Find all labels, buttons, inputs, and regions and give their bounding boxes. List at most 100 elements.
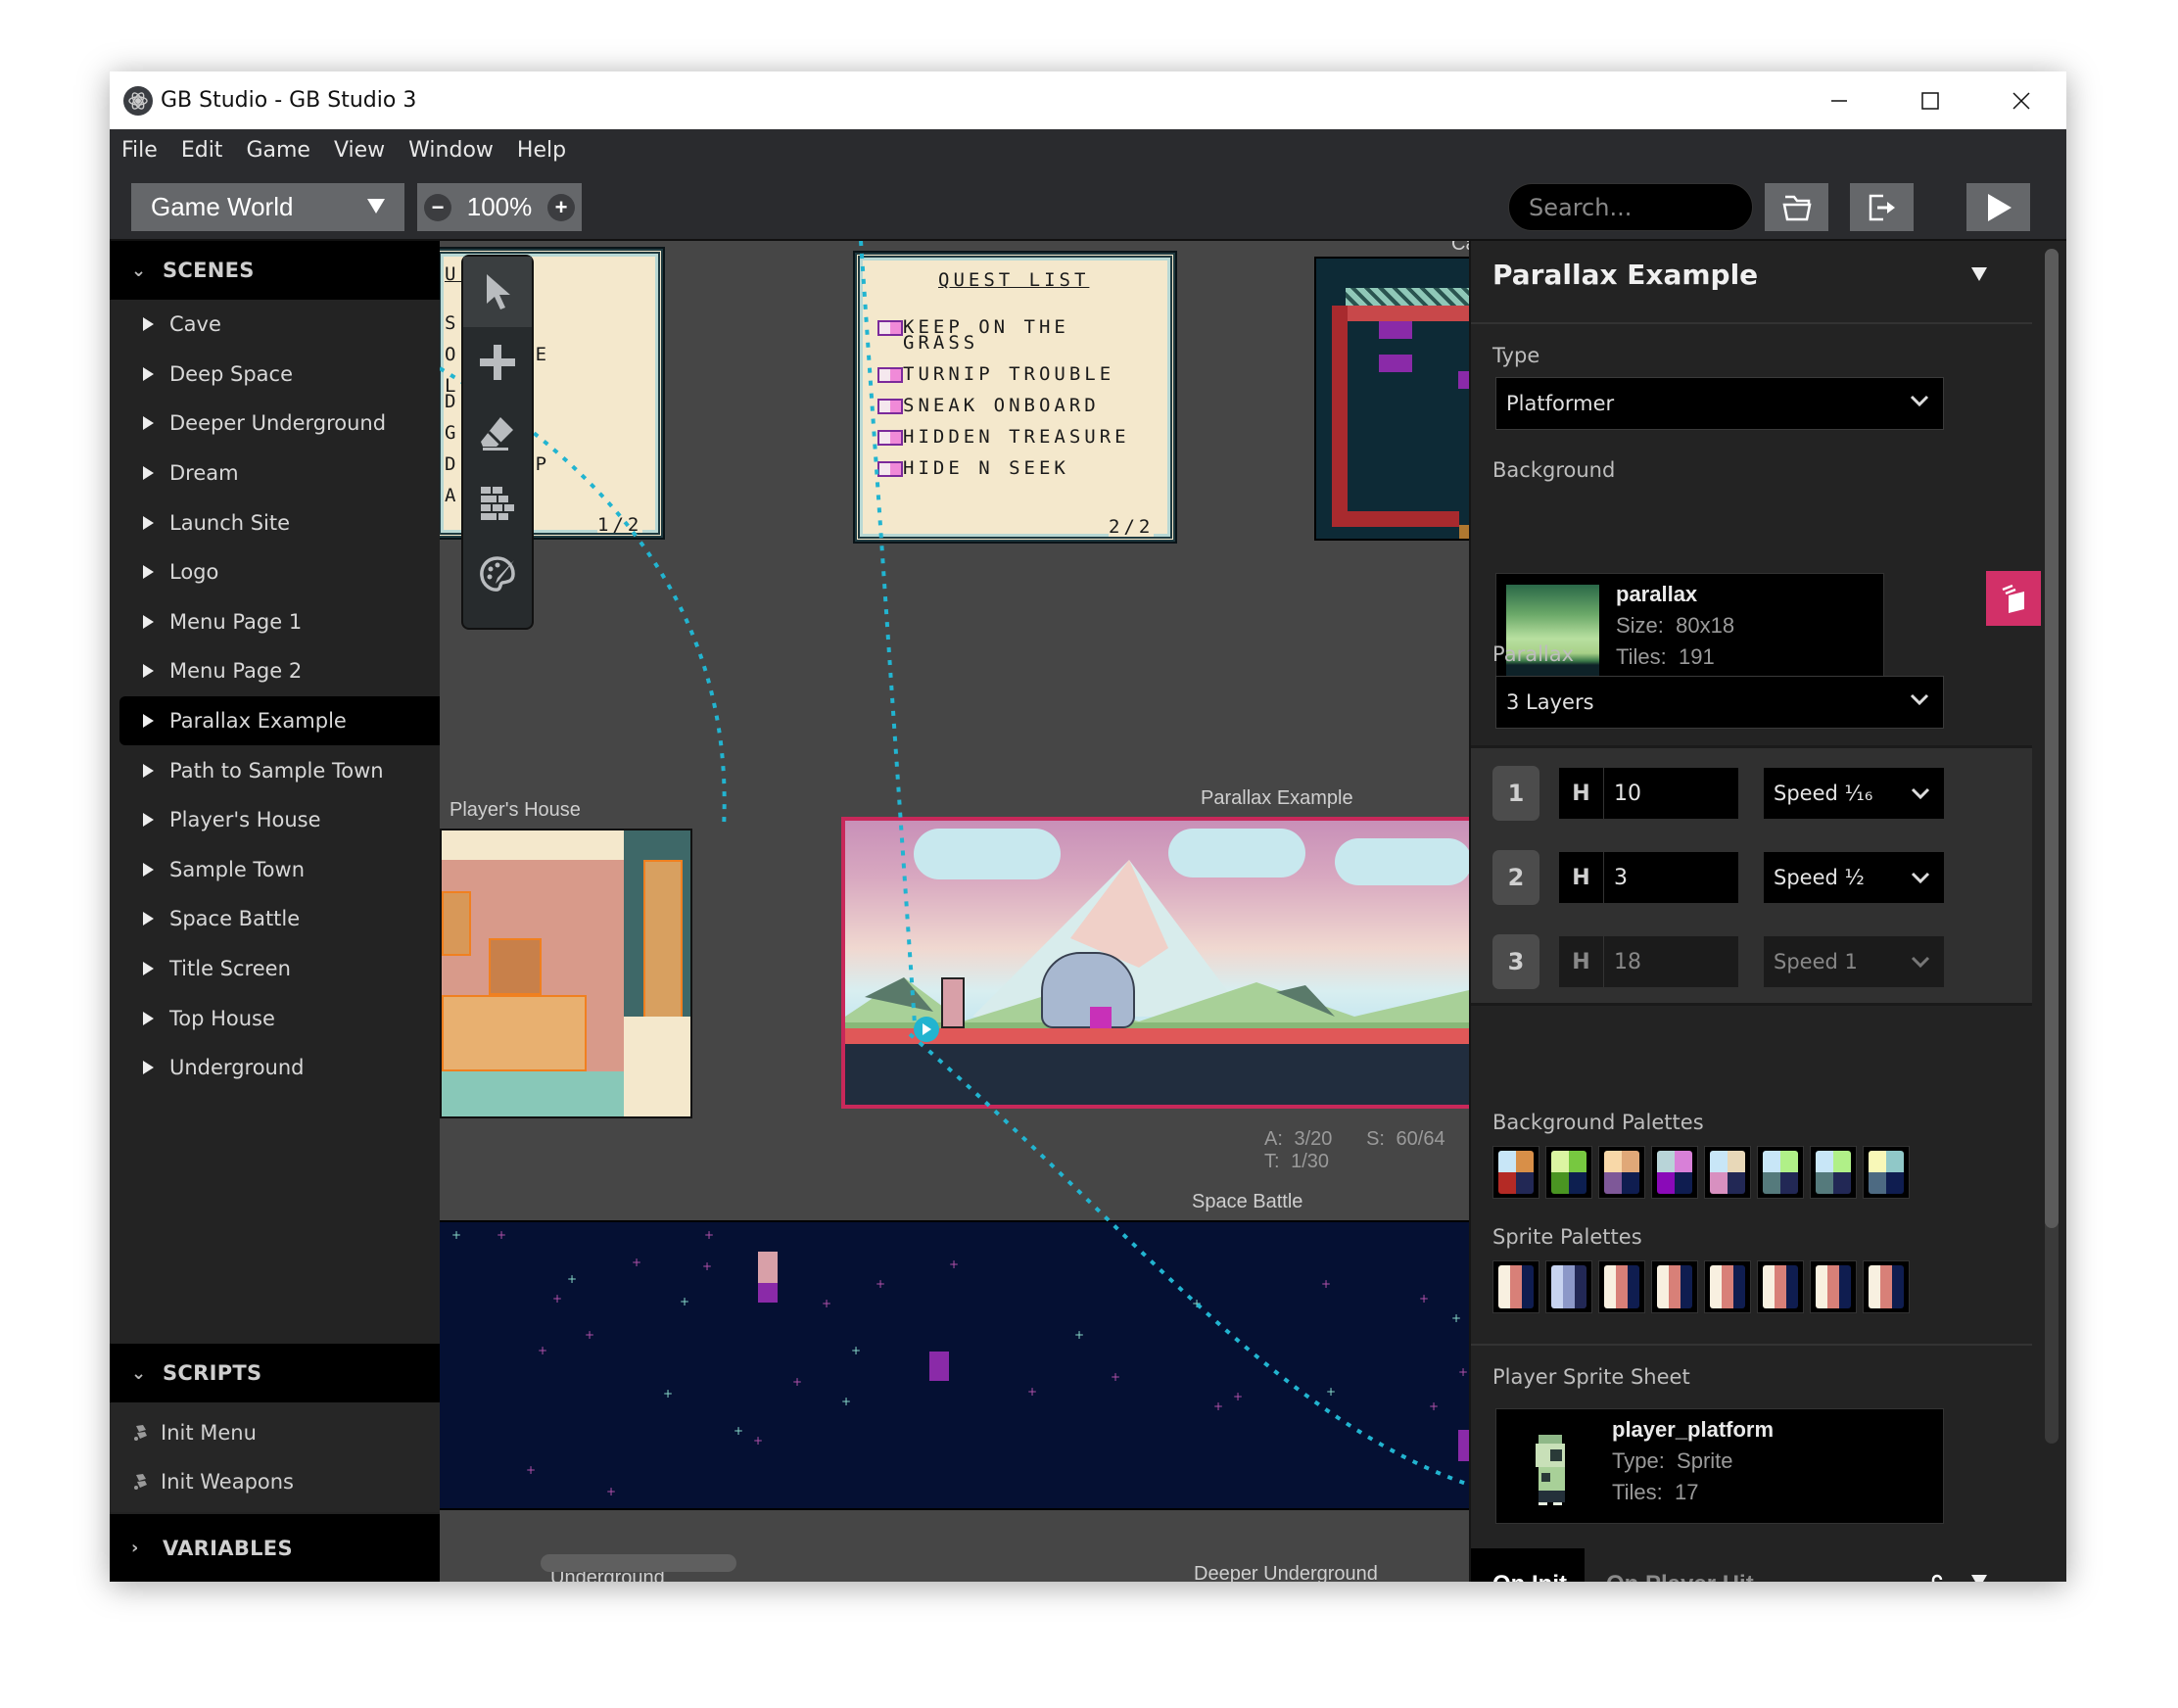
- expand-triangle-icon[interactable]: [143, 614, 154, 629]
- tool-palette: [461, 255, 534, 630]
- player-sprite-select[interactable]: player_platform Type: Sprite Tiles: 17: [1495, 1408, 1944, 1524]
- sidebar-scene-item[interactable]: Deep Space: [119, 350, 440, 400]
- panel-scroll-thumb[interactable]: [2045, 249, 2059, 1228]
- expand-triangle-icon[interactable]: [143, 366, 154, 381]
- sprite-palette-swatch[interactable]: [1651, 1260, 1698, 1313]
- type-select[interactable]: Platformer: [1495, 377, 1944, 430]
- chevron-down-icon: [1911, 872, 1930, 884]
- search-input[interactable]: Search...: [1508, 183, 1753, 231]
- background-size: Size: 80x18: [1616, 613, 1735, 638]
- expand-triangle-icon[interactable]: [143, 962, 154, 976]
- sprite-palette-swatch[interactable]: [1545, 1260, 1592, 1313]
- sidebar-scene-item[interactable]: Path to Sample Town: [119, 745, 440, 795]
- tab-on-player-hit[interactable]: On Player Hit: [1606, 1548, 1754, 1582]
- unlock-icon[interactable]: [1929, 1574, 1945, 1582]
- sprite-palette-swatch[interactable]: [1757, 1260, 1804, 1313]
- export-button[interactable]: [1850, 183, 1914, 231]
- menu-edit[interactable]: Edit: [181, 138, 223, 163]
- maximize-button[interactable]: [1884, 71, 1975, 129]
- tab-menu-icon[interactable]: [1970, 1574, 1988, 1582]
- script-item-init-menu[interactable]: Init Menu: [110, 1408, 440, 1457]
- sidebar-scene-item[interactable]: Logo: [119, 547, 440, 597]
- expand-triangle-icon[interactable]: [143, 912, 154, 926]
- sidebar-scene-item[interactable]: Title Screen: [119, 944, 440, 994]
- tab-on-init[interactable]: On Init: [1471, 1548, 1585, 1582]
- eraser-tool[interactable]: [463, 398, 532, 468]
- world-canvas[interactable]: U IST S: CAT O: ZZLE L ING DI G ICE D IX…: [440, 241, 1469, 1582]
- background-palette-swatch[interactable]: [1651, 1146, 1698, 1199]
- expand-triangle-icon[interactable]: [143, 763, 154, 778]
- layer-speed-value: Speed ¹⁄₁₆: [1774, 782, 1873, 805]
- sidebar-scene-item[interactable]: Space Battle: [119, 894, 440, 944]
- background-palette-swatch[interactable]: [1704, 1146, 1751, 1199]
- sprite-palette-swatch[interactable]: [1863, 1260, 1910, 1313]
- scene-name-heading[interactable]: Parallax Example: [1492, 259, 1758, 291]
- sidebar-scene-item[interactable]: Player's House: [119, 795, 440, 845]
- menu-help[interactable]: Help: [517, 138, 566, 163]
- background-palette-swatch[interactable]: [1863, 1146, 1910, 1199]
- sidebar-scene-item[interactable]: Menu Page 1: [119, 597, 440, 647]
- canvas-horizontal-scroll-thumb[interactable]: [541, 1554, 736, 1572]
- expand-triangle-icon[interactable]: [143, 862, 154, 877]
- minimize-button[interactable]: [1793, 71, 1884, 129]
- sidebar-scene-item[interactable]: Menu Page 2: [119, 646, 440, 696]
- background-select[interactable]: parallax Size: 80x18 Tiles: 191: [1495, 573, 1884, 692]
- select-tool[interactable]: [463, 257, 532, 327]
- background-palette-swatch[interactable]: [1810, 1146, 1857, 1199]
- expand-triangle-icon[interactable]: [143, 565, 154, 580]
- expand-triangle-icon[interactable]: [143, 515, 154, 530]
- parallax-select[interactable]: 3 Layers: [1495, 676, 1944, 729]
- menu-view[interactable]: View: [334, 138, 385, 163]
- close-button[interactable]: [1975, 71, 2066, 129]
- layer-speed-select[interactable]: Speed ¹⁄₁₆: [1764, 768, 1944, 819]
- sprite-palette-swatch[interactable]: [1810, 1260, 1857, 1313]
- expand-triangle-icon[interactable]: [143, 416, 154, 431]
- variables-section-header[interactable]: › VARIABLES: [110, 1514, 440, 1582]
- menu-file[interactable]: File: [121, 138, 158, 163]
- expand-triangle-icon[interactable]: [143, 1011, 154, 1025]
- sidebar-scene-item[interactable]: Deeper Underground: [119, 399, 440, 449]
- collisions-tool[interactable]: [463, 468, 532, 539]
- background-palette-swatch[interactable]: [1492, 1146, 1539, 1199]
- scene-list: Cave Deep Space Deeper Underground Dream Lau…: [110, 300, 440, 1093]
- scene-item-label: Launch Site: [169, 510, 291, 535]
- expand-triangle-icon[interactable]: [143, 714, 154, 729]
- sprite-palette-swatch[interactable]: [1598, 1260, 1645, 1313]
- view-select[interactable]: Game World: [131, 183, 404, 231]
- sidebar-scene-item[interactable]: Top House: [119, 993, 440, 1043]
- play-button[interactable]: [1966, 183, 2030, 231]
- sprite-palette-swatch[interactable]: [1492, 1260, 1539, 1313]
- zoom-in-button[interactable]: +: [547, 193, 575, 221]
- background-palettes: [1492, 1146, 1916, 1199]
- expand-triangle-icon[interactable]: [143, 317, 154, 332]
- scripts-section-header[interactable]: ⌄ SCRIPTS: [110, 1344, 440, 1402]
- menu-window[interactable]: Window: [408, 138, 494, 163]
- layer-height-input[interactable]: 10: [1604, 768, 1738, 819]
- add-tool[interactable]: [463, 327, 532, 398]
- expand-triangle-icon[interactable]: [143, 813, 154, 828]
- layer-height-input[interactable]: 3: [1604, 852, 1738, 903]
- script-item-init-weapons[interactable]: Init Weapons: [110, 1457, 440, 1506]
- expand-triangle-icon[interactable]: [143, 466, 154, 481]
- sidebar-scene-item[interactable]: Underground: [119, 1043, 440, 1093]
- scenes-section-header[interactable]: ⌄ SCENES: [110, 241, 440, 300]
- sidebar-scene-item[interactable]: Dream: [119, 449, 440, 498]
- background-palette-swatch[interactable]: [1757, 1146, 1804, 1199]
- colorize-tool[interactable]: [463, 539, 532, 609]
- layer-speed-select[interactable]: Speed ½: [1764, 852, 1944, 903]
- zoom-out-button[interactable]: −: [424, 193, 451, 221]
- sidebar-scene-item[interactable]: Launch Site: [119, 498, 440, 547]
- edit-background-layers-button[interactable]: [1986, 571, 2041, 626]
- sidebar-scene-item[interactable]: Parallax Example: [119, 695, 440, 746]
- expand-triangle-icon[interactable]: [143, 664, 154, 679]
- background-palette-swatch[interactable]: [1598, 1146, 1645, 1199]
- open-folder-button[interactable]: [1765, 183, 1828, 231]
- dropdown-menu-icon[interactable]: [1970, 266, 1988, 282]
- background-palette-swatch[interactable]: [1545, 1146, 1592, 1199]
- expand-triangle-icon[interactable]: [143, 1061, 154, 1075]
- layer-number: 2: [1492, 850, 1539, 905]
- sprite-palette-swatch[interactable]: [1704, 1260, 1751, 1313]
- menu-game[interactable]: Game: [246, 138, 310, 163]
- sidebar-scene-item[interactable]: Sample Town: [119, 845, 440, 895]
- sidebar-scene-item[interactable]: Cave: [119, 300, 440, 350]
